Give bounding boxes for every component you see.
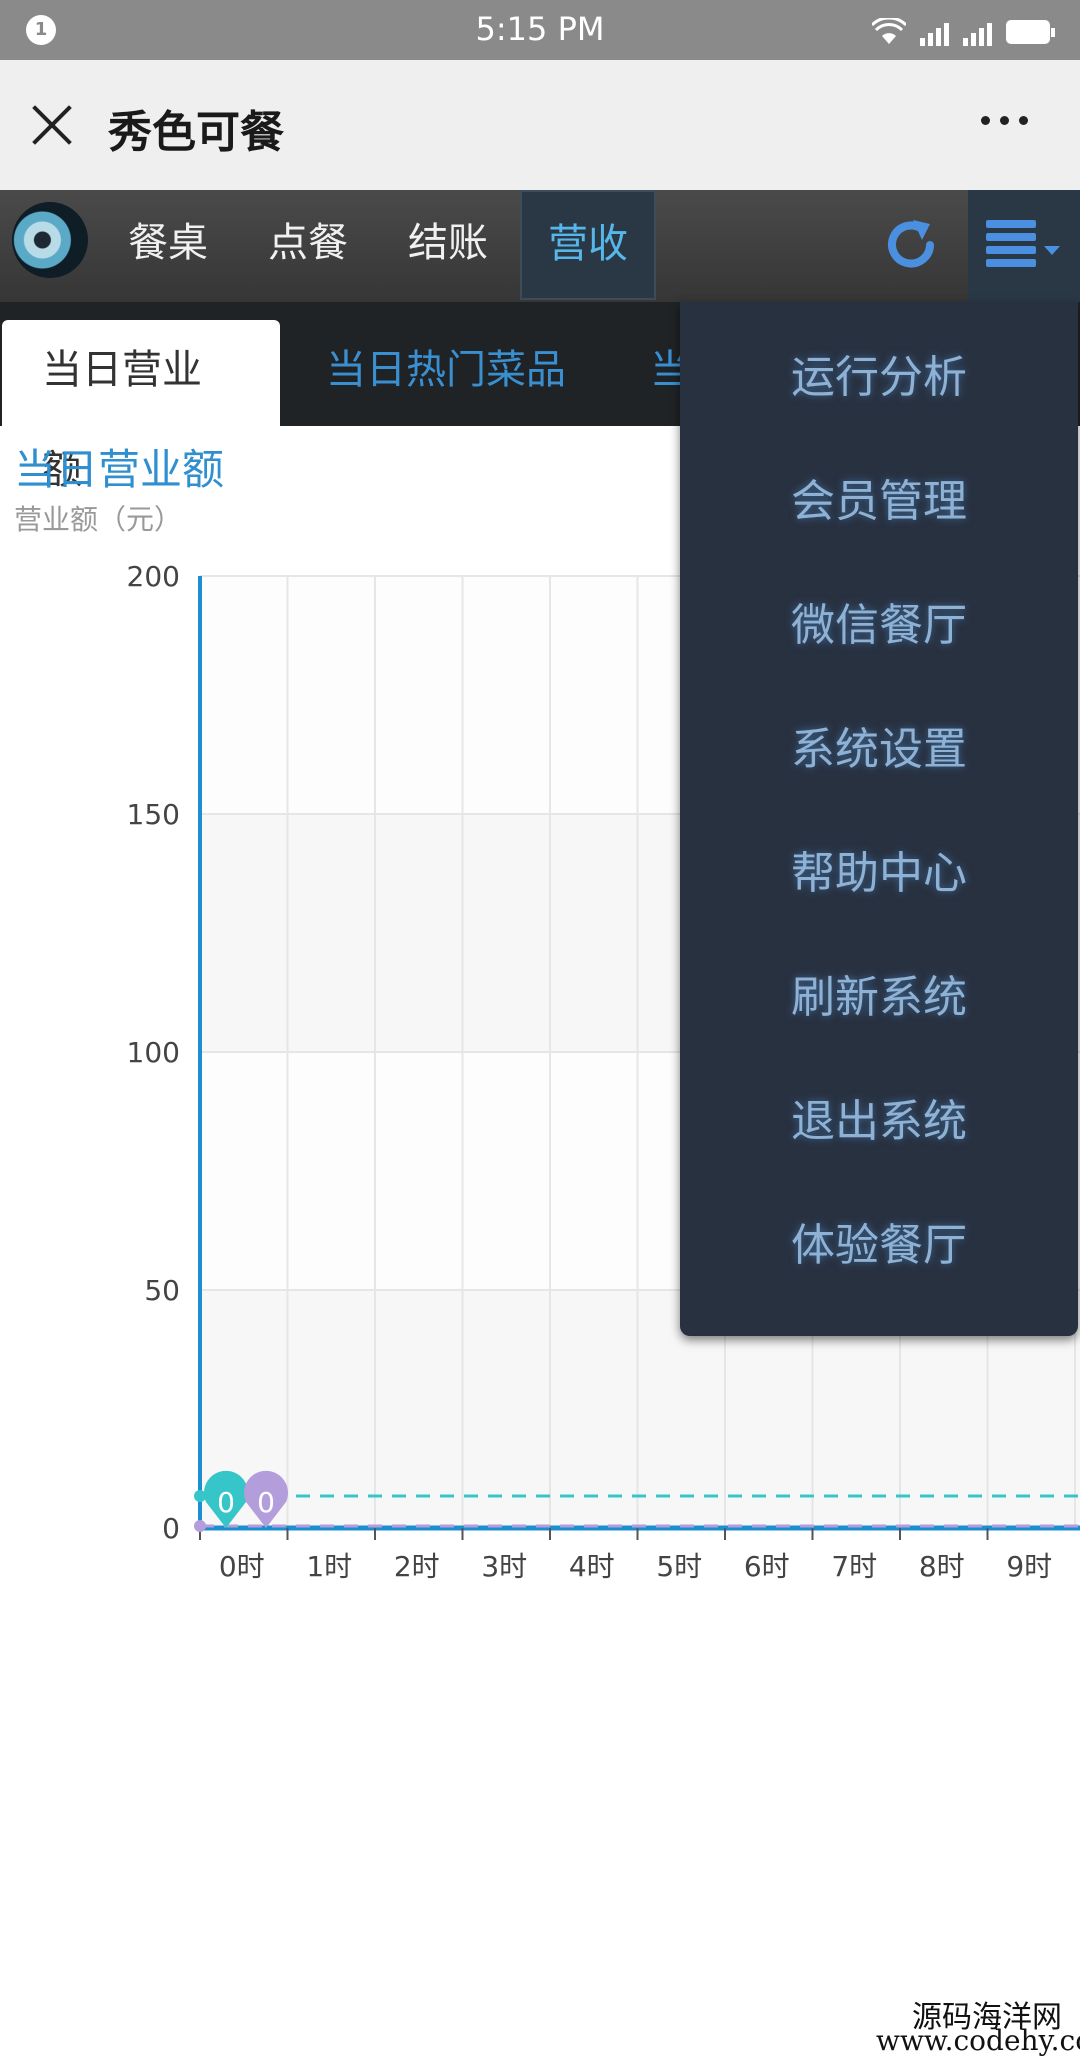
app-screen: 1 5:15 PM 秀色可餐 餐桌 点餐 结账 营收 当日营业额 当日热门菜品 … <box>0 0 1080 2060</box>
status-bar: 1 5:15 PM <box>0 0 1080 60</box>
series-value-label: 0 <box>257 1486 275 1519</box>
y-tick-label: 200 <box>127 560 180 593</box>
app-logo <box>12 202 88 278</box>
y-tick-label: 50 <box>144 1274 180 1307</box>
x-tick-label: 4时 <box>569 1550 615 1583</box>
tab-daily-revenue[interactable]: 当日营业额 <box>2 320 280 493</box>
nav-item-tables[interactable]: 餐桌 <box>128 190 208 300</box>
chart-subtitle: 营业额（元） <box>14 503 183 536</box>
menu-icon[interactable] <box>968 190 1080 302</box>
signal-icon <box>920 20 949 46</box>
menu-item-wechat-restaurant[interactable]: 微信餐厅 <box>680 586 1078 666</box>
x-tick-label: 6时 <box>744 1550 790 1583</box>
x-tick-label: 2时 <box>394 1550 440 1583</box>
x-tick-label: 0时 <box>219 1550 265 1583</box>
wifi-icon <box>872 18 906 44</box>
dropdown-menu: 运行分析 会员管理 微信餐厅 系统设置 帮助中心 刷新系统 退出系统 体验餐厅 <box>680 302 1078 1336</box>
menu-item-logout[interactable]: 退出系统 <box>680 1082 1078 1162</box>
menu-item-demo-restaurant[interactable]: 体验餐厅 <box>680 1206 1078 1286</box>
close-icon[interactable] <box>30 103 74 147</box>
menu-item-analysis[interactable]: 运行分析 <box>680 338 1078 418</box>
menu-item-refresh-system[interactable]: 刷新系统 <box>680 958 1078 1038</box>
refresh-icon[interactable] <box>880 214 942 276</box>
series-value-label: 0 <box>217 1486 235 1519</box>
page-title: 秀色可餐 <box>108 107 284 158</box>
series-point <box>194 1520 206 1532</box>
battery-icon <box>1006 20 1055 44</box>
x-tick-label: 9时 <box>1006 1550 1052 1583</box>
signal-2-icon <box>963 20 992 46</box>
x-tick-label: 8时 <box>919 1550 965 1583</box>
menu-item-members[interactable]: 会员管理 <box>680 462 1078 542</box>
x-tick-label: 7时 <box>831 1550 877 1583</box>
x-tick-label: 1时 <box>306 1550 352 1583</box>
chevron-down-icon <box>1044 246 1060 255</box>
y-tick-label: 100 <box>127 1036 180 1069</box>
app-nav-bar: 餐桌 点餐 结账 营收 <box>0 190 1080 302</box>
chart-title: 当日营业额 <box>14 445 225 494</box>
y-tick-label: 0 <box>162 1512 180 1545</box>
title-bar: 秀色可餐 <box>0 60 1080 190</box>
y-tick-label: 150 <box>127 798 180 831</box>
x-tick-label: 3时 <box>481 1550 527 1583</box>
menu-item-help[interactable]: 帮助中心 <box>680 834 1078 914</box>
nav-item-checkout[interactable]: 结账 <box>408 190 488 300</box>
status-icons <box>872 14 1055 46</box>
tab-daily-popular-dishes[interactable]: 当日热门菜品 <box>286 320 606 426</box>
menu-item-settings[interactable]: 系统设置 <box>680 710 1078 790</box>
nav-item-revenue[interactable]: 营收 <box>520 190 656 300</box>
more-options-icon[interactable] <box>981 116 1028 125</box>
nav-item-order[interactable]: 点餐 <box>268 190 348 300</box>
x-tick-label: 5时 <box>656 1550 702 1583</box>
watermark-url: www.codehy.com <box>876 2024 1080 2057</box>
